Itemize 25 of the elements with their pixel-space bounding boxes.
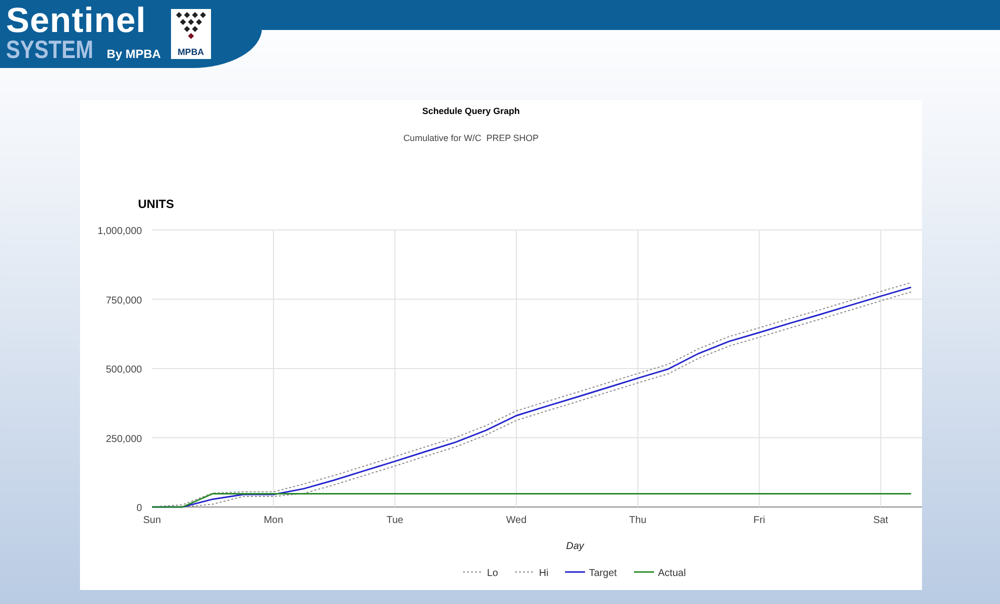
y-axis-title: UNITS <box>138 197 174 211</box>
x-axis-title: Day <box>566 541 584 552</box>
y-tick-label: 1,000,000 <box>98 226 142 237</box>
x-tick-label: Thu <box>629 515 646 526</box>
x-tick-label: Tue <box>386 515 404 526</box>
y-tick-label: 0 <box>136 503 142 514</box>
logo-title: Sentinel <box>6 5 148 37</box>
chart-title: Schedule Query Graph <box>422 106 520 116</box>
legend-label: Target <box>589 568 617 579</box>
diamond-pattern-icon <box>174 11 207 41</box>
x-tick-label: Mon <box>264 515 284 526</box>
logo-subtitle: SYSTEM <box>6 37 94 63</box>
x-tick-label: Fri <box>753 515 766 526</box>
x-tick-label: Wed <box>506 515 527 526</box>
y-tick-label: 500,000 <box>106 364 142 376</box>
legend-label: Hi <box>539 568 548 579</box>
legend-label: Actual <box>658 568 686 579</box>
logo-byline: By MPBA <box>106 47 161 61</box>
chart-subtitle: Cumulative for W/C PREP SHOP <box>403 133 539 143</box>
legend-label: Lo <box>487 568 498 579</box>
x-tick-label: Sun <box>143 515 161 526</box>
y-tick-label: 250,000 <box>106 434 142 445</box>
logo-badge: MPBA <box>170 9 211 59</box>
x-tick-label: Sat <box>873 515 888 526</box>
y-tick-label: 750,000 <box>106 295 142 306</box>
